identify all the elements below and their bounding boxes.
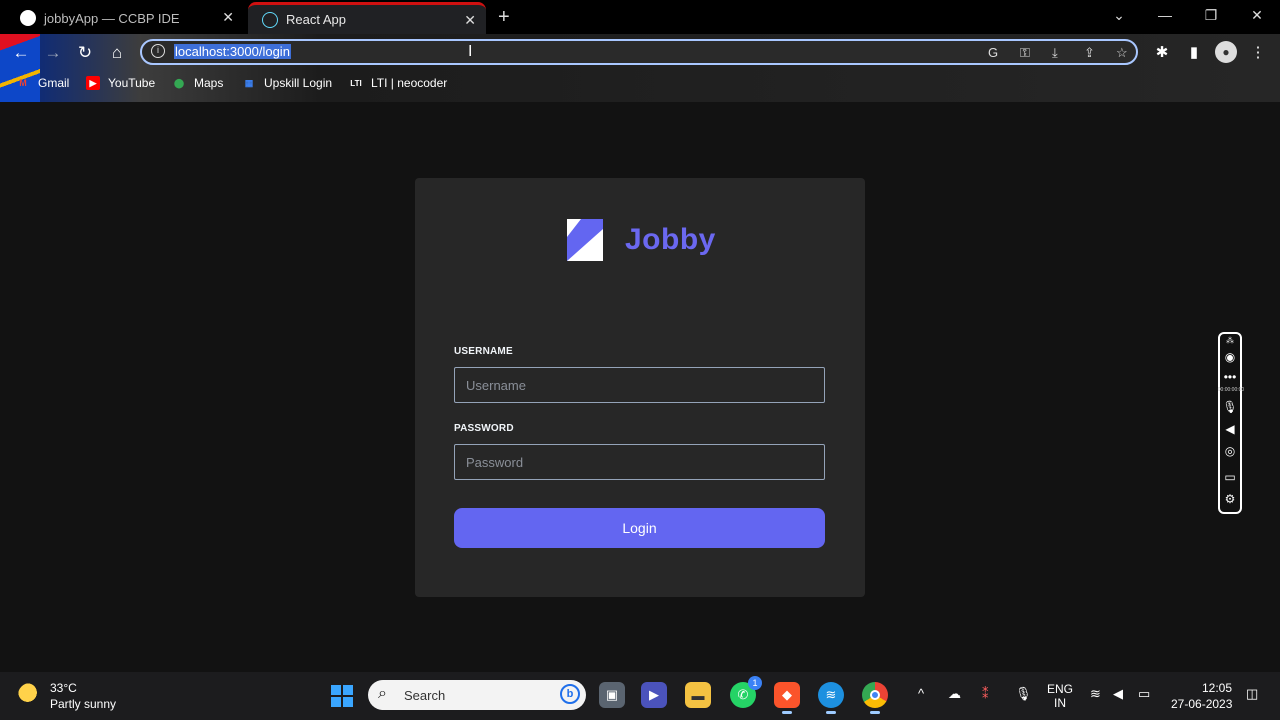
share-icon[interactable]: ⇪ [1084, 45, 1095, 61]
chevron-up-icon[interactable]: ^ [918, 686, 924, 701]
teams-icon[interactable]: ▶ [641, 682, 667, 708]
whatsapp-badge: 1 [748, 676, 762, 690]
windows-taskbar: 33°C Partly sunny ⌕ Search b ▣ ▶ ▬ ✆ 1 ◆… [0, 672, 1280, 720]
text-cursor-icon: I [468, 43, 473, 60]
address-bar[interactable]: i localhost:3000/login I G ⚿ ⤓ ⇪ ☆ [140, 39, 1138, 65]
bookmark-gmail[interactable]: M Gmail [16, 76, 69, 90]
key-icon[interactable]: ⚿ [1020, 45, 1030, 61]
screen-recorder-toolbar: ⁂ ◉ ••• 00:00:00:00 🎙︎ ◀︎ ◎ ▭ ⚙︎ [1218, 332, 1244, 514]
youtube-icon: ▶ [86, 76, 100, 90]
side-panel-icon[interactable]: ▮ [1183, 41, 1205, 63]
forward-icon[interactable]: → [41, 41, 65, 65]
bookmark-maps[interactable]: ⬤ Maps [172, 76, 223, 90]
microphone-tray-icon[interactable]: 🎙︎ [1015, 686, 1032, 702]
chrome-icon[interactable] [862, 682, 888, 714]
taskbar-search[interactable]: ⌕ Search b [368, 680, 586, 710]
input-language[interactable]: ENG IN [1047, 682, 1073, 710]
brave-icon[interactable]: ◆ [774, 682, 800, 714]
upskill-icon: ▦ [244, 77, 254, 88]
url-text[interactable]: localhost:3000/login [174, 44, 291, 59]
tab-title: React App [286, 12, 346, 27]
bookmark-upskill[interactable]: ▦ Upskill Login [242, 76, 332, 90]
reload-icon[interactable]: ↻ [73, 41, 97, 65]
window-close-icon[interactable]: ✕ [1234, 0, 1280, 30]
browser-tabstrip: jobbyApp — CCBP IDE ✕ React App ✕ + ⌄ — … [0, 0, 1280, 34]
microphone-icon[interactable]: 🎙︎ [1220, 400, 1240, 414]
camera-icon[interactable]: ◉ [1220, 350, 1240, 364]
password-label: PASSWORD [454, 423, 514, 434]
profile-avatar-icon[interactable]: ● [1215, 41, 1237, 63]
bookmark-star-icon[interactable]: ☆ [1116, 45, 1128, 61]
login-button[interactable]: Login [454, 508, 825, 548]
file-explorer-icon[interactable]: ▬ [685, 682, 711, 708]
task-view-icon[interactable]: ▣ [599, 682, 625, 708]
username-label: USERNAME [454, 346, 513, 357]
jobby-logo-icon [567, 219, 603, 261]
clock-time[interactable]: 12:05 [1202, 681, 1232, 695]
volume-icon[interactable]: ◀︎ [1113, 686, 1123, 702]
google-lens-icon[interactable]: G [988, 45, 998, 60]
password-input[interactable] [454, 444, 825, 480]
lti-icon: LTI [350, 78, 362, 88]
partly-sunny-icon[interactable] [18, 683, 42, 707]
more-icon[interactable]: ••• [1220, 370, 1240, 384]
tab-react-app[interactable]: React App ✕ [248, 2, 486, 34]
install-icon[interactable]: ⤓ [1052, 45, 1058, 61]
login-card: Jobby USERNAME PASSWORD Login [415, 178, 865, 597]
maps-icon: ⬤ [173, 77, 185, 88]
extensions-icon[interactable]: ✱ [1151, 41, 1173, 63]
battery-icon[interactable]: ▭ [1138, 686, 1150, 702]
search-label: Search [404, 688, 446, 703]
webcam-icon[interactable]: ◎ [1220, 444, 1240, 458]
menu-kebab-icon[interactable]: ⋮ [1247, 41, 1269, 63]
screen-icon[interactable]: ▭ [1220, 470, 1240, 484]
brand-logo: Jobby [567, 219, 716, 261]
browser-toolbar: ← → ↻ ⌂ i localhost:3000/login I G ⚿ ⤓ ⇪… [0, 34, 1280, 102]
lang-line1: ENG [1047, 682, 1074, 696]
tab-title: jobbyApp — CCBP IDE [44, 10, 180, 26]
bookmark-label: Gmail [38, 76, 70, 90]
clock-date[interactable]: 27-06-2023 [1171, 697, 1232, 711]
windows-start-icon[interactable] [331, 685, 353, 707]
wifi-icon[interactable]: ≋ [1090, 686, 1101, 702]
bookmark-youtube[interactable]: ▶ YouTube [86, 76, 155, 90]
weather-desc[interactable]: Partly sunny [50, 697, 116, 711]
react-icon [262, 11, 278, 28]
bookmark-lti[interactable]: LTI LTI | neocoder [349, 76, 447, 90]
page-viewport: Jobby USERNAME PASSWORD Login [0, 102, 1280, 672]
restore-icon[interactable]: ❐ [1188, 0, 1234, 30]
new-tab-icon[interactable]: + [498, 6, 510, 29]
bookmark-label: Upskill Login [264, 76, 333, 90]
minimize-icon[interactable]: — [1142, 0, 1188, 30]
tray-app-icon[interactable]: ⁑ [982, 686, 989, 702]
bing-icon[interactable]: b [560, 684, 580, 704]
weather-temp[interactable]: 33°C [50, 681, 77, 695]
brand-name: Jobby [625, 223, 716, 256]
onedrive-icon[interactable]: ☁ [948, 686, 961, 702]
settings-gear-icon[interactable]: ⚙︎ [1220, 492, 1240, 506]
github-icon [20, 10, 36, 26]
home-icon[interactable]: ⌂ [105, 41, 129, 65]
speaker-icon[interactable]: ◀︎ [1220, 422, 1240, 436]
bookmark-label: YouTube [108, 76, 156, 90]
drag-handle-icon[interactable]: ⁂ [1220, 336, 1240, 345]
site-info-icon[interactable]: i [151, 44, 165, 58]
bookmark-label: Maps [194, 76, 224, 90]
gmail-icon: M [19, 78, 27, 88]
notifications-icon[interactable]: ◫ [1246, 686, 1258, 702]
recorder-timer: 00:00:00:00 [1217, 387, 1245, 393]
tab-jobbyapp-ide[interactable]: jobbyApp — CCBP IDE ✕ [6, 2, 244, 34]
back-icon[interactable]: ← [9, 41, 33, 65]
bookmark-label: LTI | neocoder [371, 76, 448, 90]
username-input[interactable] [454, 367, 825, 403]
close-icon[interactable]: ✕ [464, 12, 476, 29]
lang-line2: IN [1054, 696, 1066, 710]
close-icon[interactable]: ✕ [222, 9, 234, 26]
tab-search-icon[interactable]: ⌄ [1096, 0, 1142, 30]
whatsapp-icon[interactable]: ✆ 1 [730, 676, 762, 708]
docker-icon[interactable]: ≋ [818, 682, 844, 714]
search-icon: ⌕ [378, 685, 387, 702]
